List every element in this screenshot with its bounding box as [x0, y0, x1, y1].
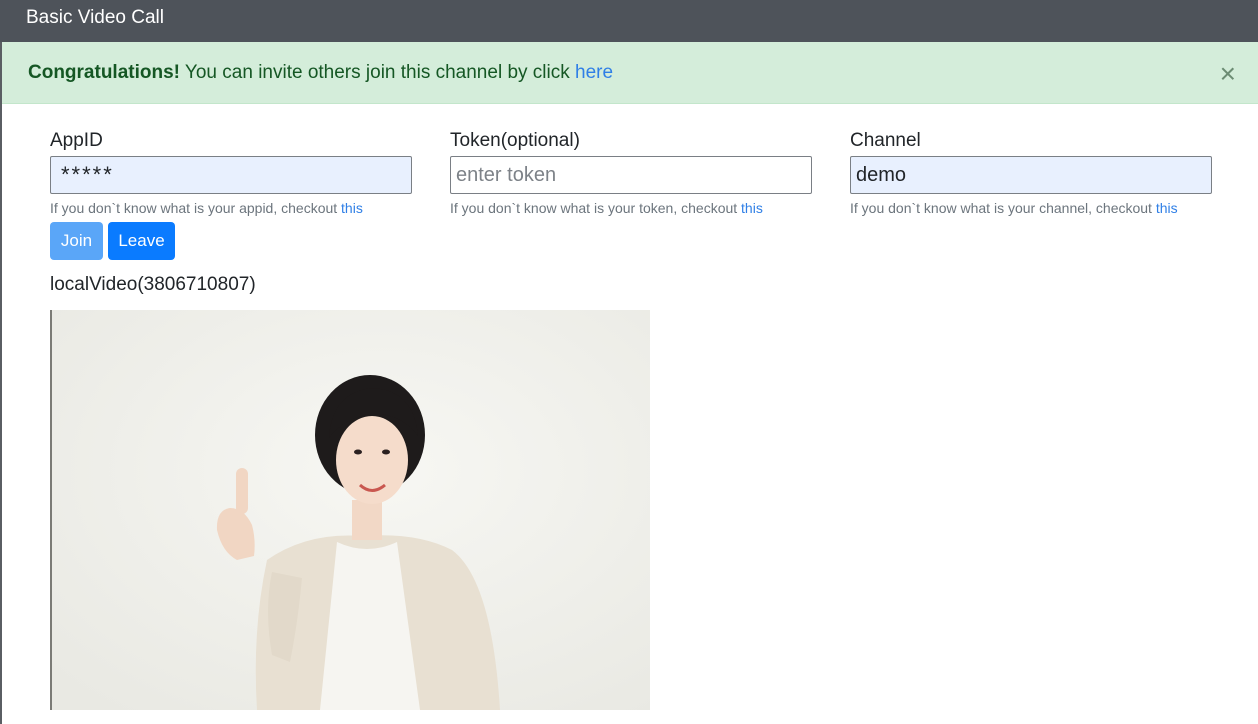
alert-strong-text: Congratulations!: [28, 62, 180, 83]
token-label: Token(optional): [450, 130, 580, 151]
appid-field-group: AppID If you don`t know what is your app…: [50, 130, 412, 216]
channel-label: Channel: [850, 130, 921, 151]
token-help: If you don`t know what is your token, ch…: [450, 200, 812, 216]
alert-message: You can invite others join this channel …: [180, 62, 576, 83]
token-help-text: If you don`t know what is your token, ch…: [450, 200, 742, 216]
invite-link[interactable]: here: [575, 62, 613, 83]
local-video: [50, 310, 650, 710]
token-help-link[interactable]: this: [741, 200, 763, 216]
appid-help-link[interactable]: this: [341, 200, 363, 216]
close-icon[interactable]: ×: [1220, 42, 1236, 106]
channel-help-text: If you don`t know what is your channel, …: [850, 200, 1156, 216]
appid-input[interactable]: [50, 156, 412, 194]
join-button[interactable]: Join: [50, 222, 103, 260]
appid-help: If you don`t know what is your appid, ch…: [50, 200, 412, 216]
leave-button[interactable]: Leave: [108, 222, 175, 260]
success-alert: Congratulations! You can invite others j…: [2, 42, 1258, 104]
window-left-edge: [0, 42, 2, 724]
local-video-frame: [52, 310, 650, 710]
channel-help-link[interactable]: this: [1156, 200, 1178, 216]
channel-input[interactable]: [850, 156, 1212, 194]
navbar: Basic Video Call: [0, 0, 1258, 42]
appid-label: AppID: [50, 130, 103, 151]
channel-field-group: Channel If you don`t know what is your c…: [850, 130, 1212, 216]
token-input[interactable]: [450, 156, 812, 194]
channel-help: If you don`t know what is your channel, …: [850, 200, 1212, 216]
token-field-group: Token(optional) If you don`t know what i…: [450, 130, 812, 216]
appid-help-text: If you don`t know what is your appid, ch…: [50, 200, 342, 216]
app-title: Basic Video Call: [26, 7, 165, 28]
local-video-label: localVideo(3806710807): [50, 274, 256, 295]
